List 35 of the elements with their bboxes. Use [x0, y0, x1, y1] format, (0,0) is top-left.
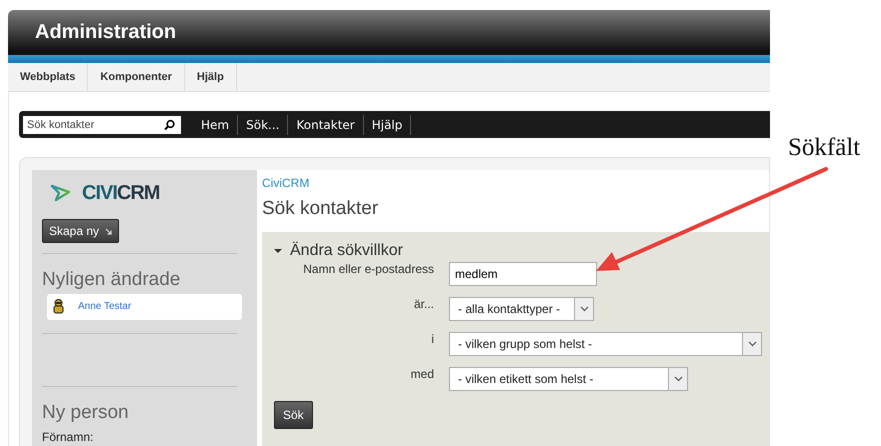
- app-title: Administration: [35, 21, 176, 44]
- nav-link[interactable]: Hjälp: [364, 114, 412, 134]
- field-label: är...: [414, 297, 434, 313]
- chevron-icon: [674, 376, 682, 382]
- arrow-icon: [105, 228, 112, 234]
- breadcrumb-link[interactable]: CiviCRM: [262, 176, 769, 190]
- chevron-icon: [580, 306, 588, 312]
- section-heading: Nyligen ändrade: [42, 269, 182, 291]
- dropdown[interactable]: - vilken grupp som helst -: [449, 332, 762, 356]
- page-title: Sök kontakter: [262, 198, 380, 220]
- nav-link[interactable]: Hem: [193, 114, 238, 134]
- menu-item[interactable]: Hjälp: [184, 63, 237, 91]
- field-label: med: [410, 367, 434, 383]
- search-icon[interactable]: [158, 116, 181, 134]
- dropdown[interactable]: - vilken etikett som helst -: [449, 367, 688, 391]
- section-toggle[interactable]: Ändra sökvillkor: [274, 242, 769, 260]
- field-label: i: [431, 332, 434, 348]
- callout-label: Sökfält: [788, 134, 860, 162]
- nav-link[interactable]: Sök...: [238, 114, 288, 134]
- text-field[interactable]: medlem: [449, 262, 597, 286]
- create-new-button[interactable]: Skapa ny: [42, 219, 120, 243]
- section-heading: Ny person: [42, 402, 130, 424]
- search-button[interactable]: Sök: [274, 401, 313, 429]
- contact-link[interactable]: Anne Testar: [78, 301, 132, 312]
- search-field[interactable]: Sök kontakter: [23, 116, 158, 134]
- field-label: Namn eller e-postadress: [303, 262, 434, 278]
- nav-link[interactable]: Kontakter: [288, 114, 364, 134]
- logo: CIVICRM: [42, 180, 247, 206]
- menu-item[interactable]: Webbplats: [8, 63, 88, 91]
- person-icon: [53, 299, 64, 314]
- caret-icon: [274, 249, 282, 253]
- chevron-icon: [748, 341, 756, 347]
- menu-item[interactable]: Komponenter: [88, 63, 185, 91]
- field-label: Förnamn:: [42, 430, 94, 444]
- dropdown[interactable]: - alla kontakttyper -: [449, 297, 594, 321]
